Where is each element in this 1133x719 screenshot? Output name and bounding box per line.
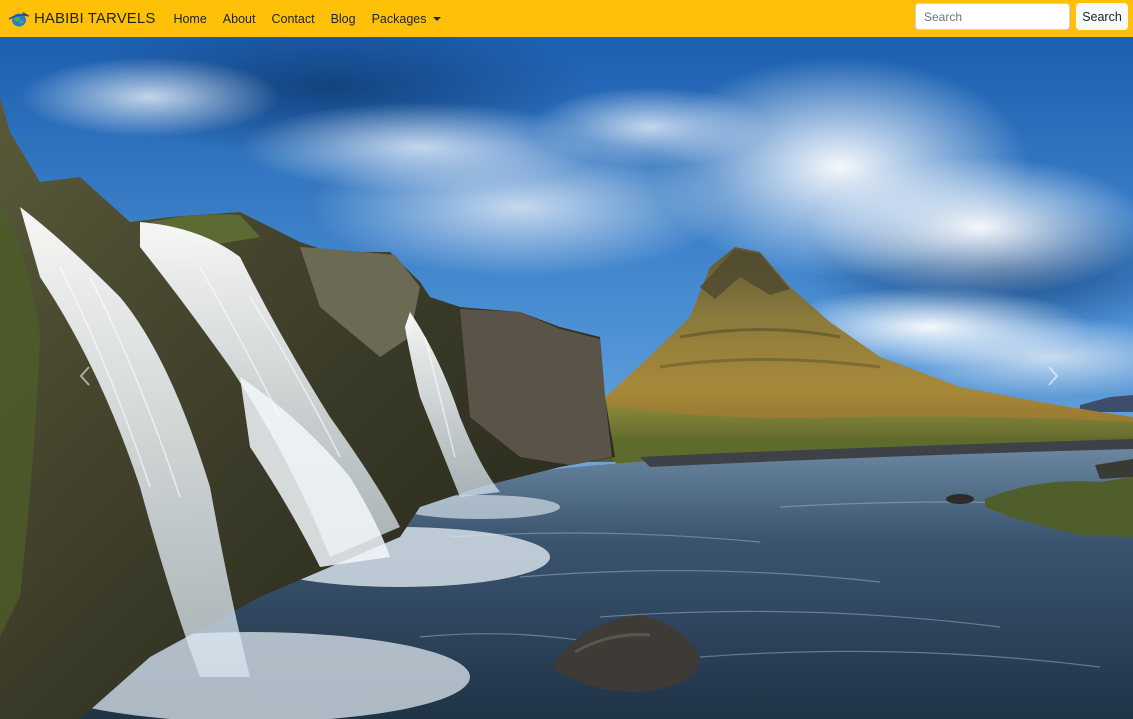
brand-link[interactable]: HABIBI TARVELS — [8, 10, 155, 28]
packages-label: Packages — [371, 11, 427, 26]
nav-contact-link[interactable]: Contact — [263, 12, 322, 26]
globe-plane-icon — [8, 10, 30, 28]
hero-carousel — [0, 37, 1133, 719]
nav-about-link[interactable]: About — [215, 12, 264, 26]
navbar: HABIBI TARVELS Home About Contact Blog P… — [0, 0, 1133, 37]
nav-packages-dropdown[interactable]: Packages — [364, 12, 449, 26]
hero-image-waterfall-mountain — [0, 37, 1133, 719]
carousel-next-button[interactable] — [1023, 37, 1083, 719]
chevron-right-icon — [1046, 365, 1060, 392]
search-button[interactable]: Search — [1076, 3, 1128, 30]
nav-links: Home About Contact Blog Packages — [165, 12, 448, 26]
nav-home-link[interactable]: Home — [165, 12, 214, 26]
search-input[interactable] — [915, 3, 1070, 30]
nav-blog-link[interactable]: Blog — [323, 12, 364, 26]
chevron-left-icon — [78, 365, 92, 392]
caret-down-icon — [432, 17, 441, 21]
carousel-prev-button[interactable] — [55, 37, 115, 719]
search-form: Search — [915, 3, 1128, 30]
brand-name: HABIBI TARVELS — [34, 10, 156, 27]
